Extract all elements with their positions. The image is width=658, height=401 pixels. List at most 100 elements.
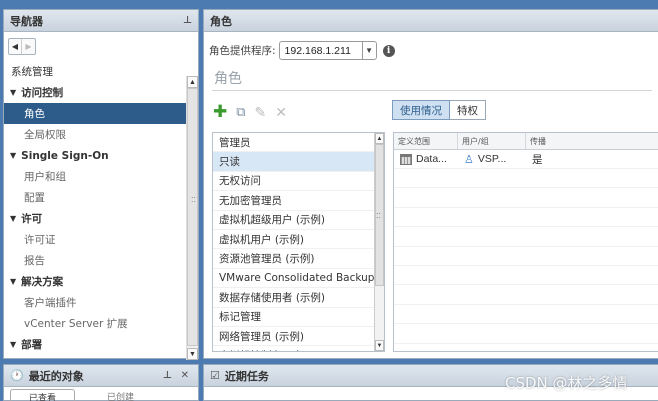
nav-item-11[interactable]: 客户端插件 <box>4 292 187 313</box>
tab-usage[interactable]: 使用情况 <box>392 100 450 120</box>
nav-item-10[interactable]: ▼ 解决方案 <box>4 271 187 292</box>
empty-table-row <box>394 266 658 286</box>
column-header-propagate[interactable]: 传播 <box>526 133 658 149</box>
role-list-item[interactable]: 管理员 <box>213 133 384 153</box>
scope-value: Data... <box>416 153 447 165</box>
role-provider-label: 角色提供程序: <box>209 45 276 57</box>
nav-item-label: 全局权限 <box>24 129 66 141</box>
nav-item-3[interactable]: 全局权限 <box>4 124 187 145</box>
role-list-item[interactable]: 网络管理员 (示例) <box>213 327 384 347</box>
role-list-item[interactable]: VMware Consolidated Backup... <box>213 269 384 289</box>
nav-item-4[interactable]: ▼ Single Sign-On <box>4 145 187 166</box>
recent-objects-title: 最近的对象 <box>28 370 84 383</box>
tab-created[interactable]: 已创建 <box>89 389 152 401</box>
caret-down-icon[interactable]: ▼ <box>10 88 16 97</box>
roles-panel: 角色 角色提供程序: 192.168.1.211 ▼ i 角色 ✚ ⧉ ✎ ✕ … <box>203 9 658 359</box>
nav-item-9[interactable]: 报告 <box>4 250 187 271</box>
role-list-item[interactable]: 虚拟机控制台用户 <box>213 346 384 351</box>
nav-item-2[interactable]: 角色 <box>4 103 187 124</box>
role-provider-select[interactable]: 192.168.1.211 ▼ <box>278 41 377 60</box>
nav-item-1[interactable]: ▼ 访问控制 <box>4 82 187 103</box>
caret-down-icon[interactable]: ▼ <box>10 151 16 160</box>
nav-item-label: 系统管理 <box>11 66 53 78</box>
navigator-title: 导航器 <box>10 15 43 28</box>
clock-icon: 🕐 <box>10 370 24 382</box>
chevron-down-icon[interactable]: ▼ <box>361 42 376 59</box>
add-icon[interactable]: ✚ <box>213 103 227 120</box>
back-arrow-icon[interactable]: ◀ <box>9 39 22 54</box>
empty-table-row <box>394 169 658 189</box>
scroll-up-icon[interactable]: ▲ <box>375 133 384 144</box>
role-provider-row: 角色提供程序: 192.168.1.211 ▼ i <box>209 41 395 60</box>
nav-item-label: 报告 <box>24 255 45 267</box>
clone-role-icon[interactable]: ⧉ <box>236 105 245 119</box>
caret-down-icon[interactable]: ▼ <box>10 340 16 349</box>
role-list-item[interactable]: 无权访问 <box>213 172 384 192</box>
role-list-item[interactable]: 只读 <box>213 152 384 172</box>
empty-table-row <box>394 324 658 344</box>
nav-item-7[interactable]: ▼ 许可 <box>4 208 187 229</box>
role-list-item[interactable]: 标记管理 <box>213 308 384 327</box>
forward-arrow-icon[interactable]: ▶ <box>22 39 35 54</box>
splitter-handle[interactable]: :: <box>191 194 196 204</box>
navigator-tree: 系统管理 ▼ 访问控制角色全局权限 ▼ Single Sign-On 用户和组配置 ▼ 许可许… <box>4 61 187 355</box>
role-list-item[interactable]: 虚拟机用户 (示例) <box>213 230 384 250</box>
edit-pencil-icon[interactable]: ✎ <box>255 105 267 119</box>
user-icon: ♙ <box>464 153 474 166</box>
empty-table-row <box>394 247 658 266</box>
column-header-user[interactable]: 用户/组 <box>458 133 526 149</box>
roles-toolbar: ✚ ⧉ ✎ ✕ <box>213 103 287 120</box>
nav-item-label: 配置 <box>24 192 45 204</box>
nav-item-8[interactable]: 许可证 <box>4 229 187 250</box>
role-list-item[interactable]: 无加密管理员 <box>213 191 384 211</box>
nav-item-label: 角色 <box>24 108 45 120</box>
panel-title: 角色 <box>210 15 232 28</box>
role-list-item[interactable]: 虚拟机超级用户 (示例) <box>213 211 384 230</box>
watermark: CSDN @林之多情 <box>505 374 628 392</box>
navigator-panel: 导航器 ⊥ ◀ ▶ 系统管理 ▼ 访问控制角色全局权限 ▼ Single Sign-On… <box>3 9 199 360</box>
nav-item-6[interactable]: 配置 <box>4 187 187 208</box>
tab-privileges[interactable]: 特权 <box>450 100 486 120</box>
table-row[interactable]: Data... ♙ VSP... 是 <box>394 150 658 169</box>
caret-down-icon[interactable]: ▼ <box>10 214 16 223</box>
nav-item-label: 客户端插件 <box>24 297 77 309</box>
navigator-scrollbar[interactable]: ▲ ▼ <box>186 76 198 360</box>
nav-item-label: 许可证 <box>24 234 56 246</box>
caret-down-icon[interactable]: ▼ <box>10 277 16 286</box>
datacenter-icon <box>400 153 412 165</box>
column-header-scope[interactable]: 定义范围 <box>394 133 458 149</box>
role-list-item[interactable]: 资源池管理员 (示例) <box>213 249 384 269</box>
role-list: 管理员 只读 无权访问 无加密管理员 虚拟机超级用户 (示例) 虚拟机用户 (示例) 资源池… <box>212 132 385 352</box>
info-icon[interactable]: i <box>382 44 395 57</box>
user-value: VSP... <box>477 153 507 165</box>
nav-item-label: 许可 <box>21 213 43 225</box>
empty-table-row <box>394 227 658 247</box>
nav-item-0[interactable]: 系统管理 <box>4 61 187 82</box>
propagate-value: 是 <box>532 153 543 166</box>
roles-header: 角色 <box>204 10 658 32</box>
scroll-down-icon[interactable]: ▼ <box>375 340 384 351</box>
recent-objects-header: 🕐 最近的对象 ⊥ ✕ <box>4 365 198 387</box>
scroll-up-icon[interactable]: ▲ <box>187 76 198 88</box>
detail-tabs: 使用情况 特权 <box>392 100 486 120</box>
role-list-scrollbar[interactable]: ▲ ▼ <box>374 133 384 351</box>
nav-item-12[interactable]: vCenter Server 扩展 <box>4 313 187 334</box>
nav-item-13[interactable]: ▼ 部署 <box>4 334 187 355</box>
divider <box>212 90 652 91</box>
recent-tabs: 已查看 已创建 <box>4 387 198 401</box>
tasks-icon: ☑ <box>210 370 220 382</box>
role-list-item[interactable]: 数据存储使用者 (示例) <box>213 288 384 308</box>
nav-item-5[interactable]: 用户和组 <box>4 166 187 187</box>
pin-icon[interactable]: ⊥ <box>183 15 192 26</box>
propagate-cell: 是 <box>526 150 658 168</box>
usage-table: 定义范围 用户/组 传播 Data... ♙ VSP... 是 <box>393 132 658 352</box>
scroll-down-icon[interactable]: ▼ <box>187 348 198 360</box>
scroll-thumb[interactable] <box>187 88 198 346</box>
nav-item-label: Single Sign-On <box>21 149 109 162</box>
delete-icon[interactable]: ✕ <box>275 105 287 119</box>
tab-viewed[interactable]: 已查看 <box>10 389 76 401</box>
panel-controls[interactable]: ⊥ ✕ <box>163 370 192 381</box>
splitter-handle[interactable]: :: <box>376 210 381 220</box>
empty-rows <box>394 169 658 344</box>
nav-item-label: 访问控制 <box>21 87 64 99</box>
